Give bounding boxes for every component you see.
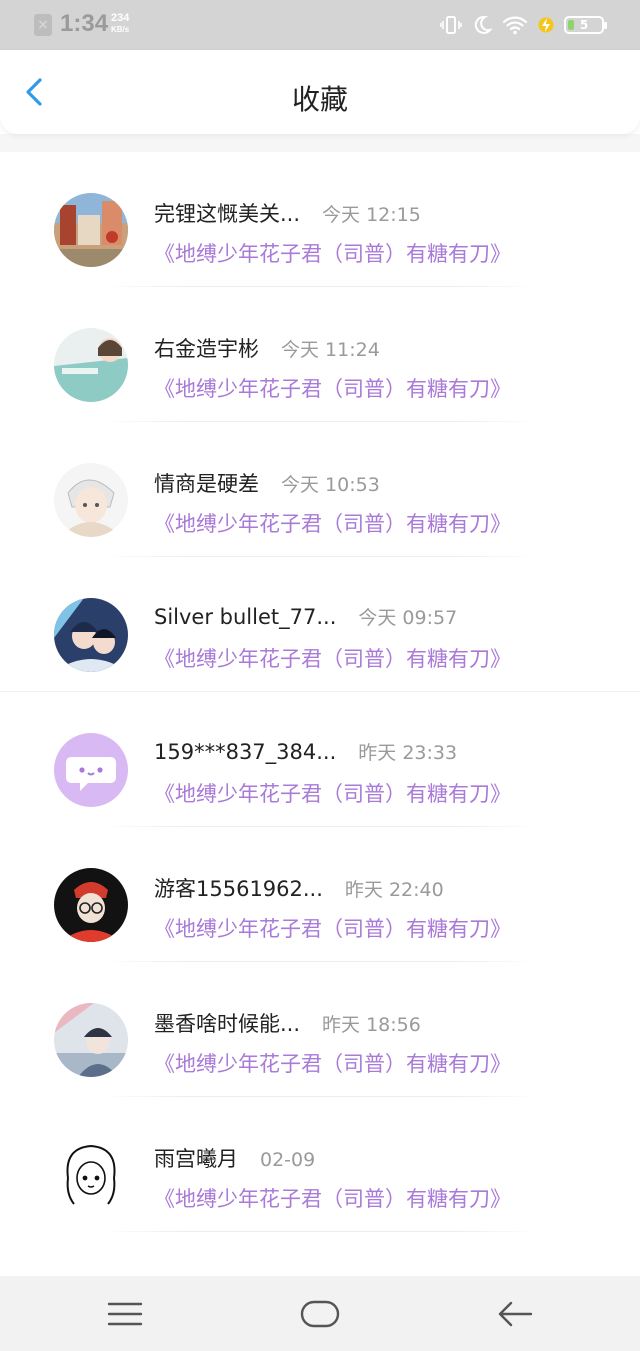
timestamp: 今天 09:57 xyxy=(358,607,458,629)
menu-button[interactable] xyxy=(101,1294,149,1334)
user-name: 雨宫曦月 xyxy=(154,1147,238,1171)
list-item[interactable]: Silver bullet_77... 今天 09:57 《地缚少年花子君（司普… xyxy=(0,557,640,692)
avatar xyxy=(54,193,128,267)
system-nav-bar xyxy=(0,1276,640,1351)
book-title[interactable]: 《地缚少年花子君（司普）有糖有刀》 xyxy=(154,373,511,403)
back-arrow-icon xyxy=(498,1301,533,1327)
home-icon xyxy=(300,1300,340,1328)
list-item[interactable]: 右金造宇彬 今天 11:24 《地缚少年花子君（司普）有糖有刀》 xyxy=(0,287,640,422)
timestamp: 今天 11:24 xyxy=(281,339,380,361)
header-divider xyxy=(0,134,640,152)
charging-icon xyxy=(538,15,554,35)
network-speed-unit: KB/s xyxy=(111,25,130,34)
nav-back-button[interactable] xyxy=(491,1294,539,1334)
book-title[interactable]: 《地缚少年花子君（司普）有糖有刀》 xyxy=(154,778,511,808)
timestamp: 02-09 xyxy=(260,1149,316,1171)
book-title[interactable]: 《地缚少年花子君（司普）有糖有刀》 xyxy=(154,913,511,943)
network-speed: 234 KB/s xyxy=(111,12,129,36)
home-button[interactable] xyxy=(296,1294,344,1334)
list-item[interactable]: 159***837_384... 昨天 23:33 《地缚少年花子君（司普）有糖… xyxy=(0,692,640,827)
divider xyxy=(100,1231,540,1232)
page-title: 收藏 xyxy=(291,83,348,116)
list-item[interactable]: 完锂这慨美关... 今天 12:15 《地缚少年花子君（司普）有糖有刀》 xyxy=(0,152,640,287)
wifi-icon xyxy=(502,15,528,35)
list-item[interactable]: 墨香啥时候能... 昨天 18:56 《地缚少年花子君（司普）有糖有刀》 xyxy=(0,962,640,1097)
user-name: 墨香啥时候能... xyxy=(154,1012,301,1036)
book-title[interactable]: 《地缚少年花子君（司普）有糖有刀》 xyxy=(154,643,511,673)
book-title[interactable]: 《地缚少年花子君（司普）有糖有刀》 xyxy=(154,238,511,268)
list-item[interactable]: 游客15561962... 昨天 22:40 《地缚少年花子君（司普）有糖有刀》 xyxy=(0,827,640,962)
battery-icon: 5 xyxy=(564,16,607,34)
user-name: 右金造宇彬 xyxy=(154,337,259,361)
user-name: Silver bullet_77... xyxy=(154,605,337,629)
user-name: 159***837_384... xyxy=(154,740,337,764)
timestamp: 昨天 22:40 xyxy=(344,879,444,901)
timestamp: 昨天 18:56 xyxy=(322,1014,421,1036)
book-title[interactable]: 《地缚少年花子君（司普）有糖有刀》 xyxy=(154,508,511,538)
avatar xyxy=(54,1138,128,1212)
user-name: 游客15561962... xyxy=(154,877,323,901)
user-name: 情商是硬差 xyxy=(154,472,259,496)
timestamp: 今天 10:53 xyxy=(281,474,380,496)
list-item[interactable]: 情商是硬差 今天 10:53 《地缚少年花子君（司普）有糖有刀》 xyxy=(0,422,640,557)
sim-off-icon: × xyxy=(34,14,52,36)
book-title[interactable]: 《地缚少年花子君（司普）有糖有刀》 xyxy=(154,1183,511,1213)
avatar xyxy=(54,463,128,537)
status-bar: × 1:34 234 KB/s 5 xyxy=(0,0,640,50)
timestamp: 昨天 23:33 xyxy=(358,742,458,764)
moon-icon xyxy=(472,15,492,35)
list-item[interactable]: 雨宫曦月 02-09 《地缚少年花子君（司普）有糖有刀》 xyxy=(0,1097,640,1232)
battery-level: 5 xyxy=(579,18,589,32)
vibrate-icon xyxy=(440,14,462,36)
network-speed-value: 234 xyxy=(111,12,130,24)
avatar xyxy=(54,1003,128,1077)
timestamp: 今天 12:15 xyxy=(322,204,421,226)
menu-icon xyxy=(107,1302,143,1326)
avatar xyxy=(54,868,128,942)
status-icons: 5 xyxy=(440,12,607,38)
user-name: 完锂这慨美关... xyxy=(154,202,301,226)
status-time: 1:34 xyxy=(60,10,109,37)
avatar xyxy=(54,598,128,672)
avatar xyxy=(54,328,128,402)
book-title[interactable]: 《地缚少年花子君（司普）有糖有刀》 xyxy=(154,1048,511,1078)
avatar xyxy=(54,733,128,807)
favorites-list: 完锂这慨美关... 今天 12:15 《地缚少年花子君（司普）有糖有刀》 右金造… xyxy=(0,152,640,1232)
app-header: 收藏 xyxy=(0,50,640,134)
